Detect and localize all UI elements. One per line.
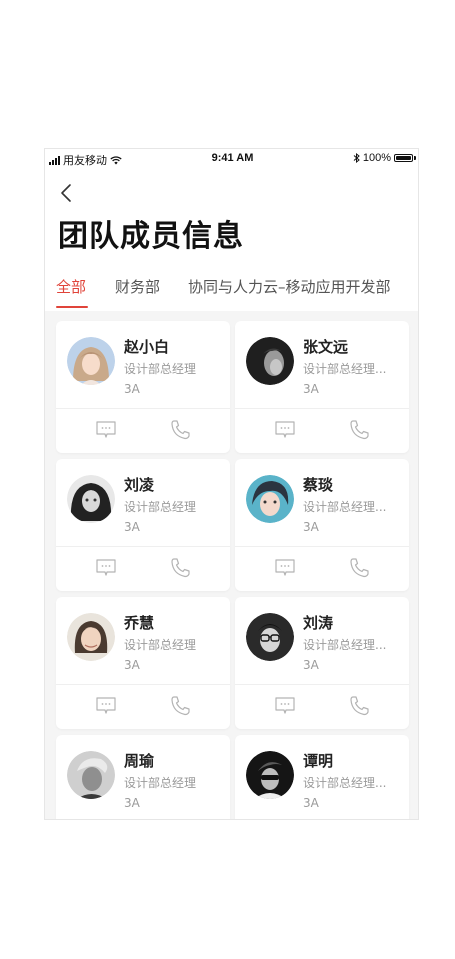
member-name: 谭明 xyxy=(303,752,334,770)
member-level: 3A xyxy=(124,382,140,396)
call-button[interactable] xyxy=(347,419,371,441)
member-name: 张文远 xyxy=(303,338,349,356)
avatar xyxy=(246,613,294,661)
member-name: 周瑜 xyxy=(124,752,155,770)
phone-icon xyxy=(350,558,369,578)
message-button[interactable] xyxy=(273,557,297,579)
member-level: 3A xyxy=(303,796,319,810)
member-card[interactable]: 刘涛 设计部总经理... 3A xyxy=(235,597,409,729)
member-level: 3A xyxy=(303,382,319,396)
card-divider xyxy=(235,684,409,685)
message-icon xyxy=(275,559,295,576)
avatar xyxy=(246,337,294,385)
message-icon xyxy=(96,559,116,576)
phone-icon xyxy=(350,696,369,716)
phone-icon xyxy=(171,696,190,716)
message-icon xyxy=(96,421,116,438)
member-title: 设计部总经理 xyxy=(124,638,197,652)
message-button[interactable] xyxy=(273,695,297,717)
member-card[interactable]: 刘凌 设计部总经理 3A xyxy=(56,459,230,591)
call-button[interactable] xyxy=(168,419,192,441)
avatar xyxy=(67,475,115,523)
phone-icon xyxy=(171,420,190,440)
member-level: 3A xyxy=(124,520,140,534)
message-icon xyxy=(275,697,295,714)
message-button[interactable] xyxy=(94,557,118,579)
member-card[interactable]: 乔慧 设计部总经理 3A xyxy=(56,597,230,729)
member-level: 3A xyxy=(303,520,319,534)
message-button[interactable] xyxy=(94,419,118,441)
call-button[interactable] xyxy=(347,695,371,717)
member-level: 3A xyxy=(303,658,319,672)
chevron-left-icon xyxy=(61,184,71,202)
member-card[interactable]: 谭明 设计部总经理... 3A xyxy=(235,735,409,819)
card-divider xyxy=(56,408,230,409)
bluetooth-icon xyxy=(353,153,360,163)
member-title: 设计部总经理... xyxy=(303,362,387,376)
message-icon xyxy=(275,421,295,438)
member-name: 刘凌 xyxy=(124,476,155,494)
header-area: 用友移动 9:41 AM 100% 团队成员信息 全部 财务部 协同与人力云–移… xyxy=(45,149,418,311)
page-title: 团队成员信息 xyxy=(58,219,244,254)
member-card[interactable]: 蔡琰 设计部总经理... 3A xyxy=(235,459,409,591)
member-card[interactable]: 赵小白 设计部总经理 3A xyxy=(56,321,230,453)
call-button[interactable] xyxy=(347,557,371,579)
member-title: 设计部总经理... xyxy=(303,500,387,514)
card-divider xyxy=(56,684,230,685)
avatar xyxy=(246,475,294,523)
member-title: 设计部总经理 xyxy=(124,776,197,790)
member-name: 赵小白 xyxy=(124,338,170,356)
member-title: 设计部总经理 xyxy=(124,500,197,514)
avatar xyxy=(67,751,115,799)
member-title: 设计部总经理 xyxy=(124,362,197,376)
member-title: 设计部总经理... xyxy=(303,638,387,652)
phone-icon xyxy=(171,558,190,578)
call-button[interactable] xyxy=(168,557,192,579)
call-button[interactable] xyxy=(168,695,192,717)
battery-percent: 100% xyxy=(362,152,391,164)
phone-icon xyxy=(350,420,369,440)
avatar xyxy=(246,751,294,799)
avatar xyxy=(67,337,115,385)
tab-bar: 全部 财务部 协同与人力云–移动应用开发部 xyxy=(45,275,418,311)
tab-finance[interactable]: 财务部 xyxy=(115,275,160,299)
battery-icon xyxy=(394,154,416,162)
tab-indicator xyxy=(56,306,88,308)
card-divider xyxy=(56,546,230,547)
member-name: 蔡琰 xyxy=(303,476,334,494)
member-name: 刘涛 xyxy=(303,614,334,632)
member-card[interactable]: 张文远 设计部总经理... 3A xyxy=(235,321,409,453)
phone-screen: 用友移动 9:41 AM 100% 团队成员信息 全部 财务部 协同与人力云–移… xyxy=(44,148,419,820)
member-name: 乔慧 xyxy=(124,614,155,632)
member-level: 3A xyxy=(124,658,140,672)
member-title: 设计部总经理... xyxy=(303,776,387,790)
card-divider xyxy=(235,408,409,409)
message-button[interactable] xyxy=(273,419,297,441)
message-button[interactable] xyxy=(94,695,118,717)
tab-all[interactable]: 全部 xyxy=(56,275,86,299)
status-right: 100% xyxy=(353,152,416,164)
message-icon xyxy=(96,697,116,714)
tab-mobile-dev[interactable]: 协同与人力云–移动应用开发部 xyxy=(188,275,391,299)
member-level: 3A xyxy=(124,796,140,810)
back-button[interactable] xyxy=(53,179,83,207)
avatar xyxy=(67,613,115,661)
member-card[interactable]: 周瑜 设计部总经理 3A xyxy=(56,735,230,819)
status-bar: 用友移动 9:41 AM 100% xyxy=(45,149,418,169)
card-divider xyxy=(235,546,409,547)
